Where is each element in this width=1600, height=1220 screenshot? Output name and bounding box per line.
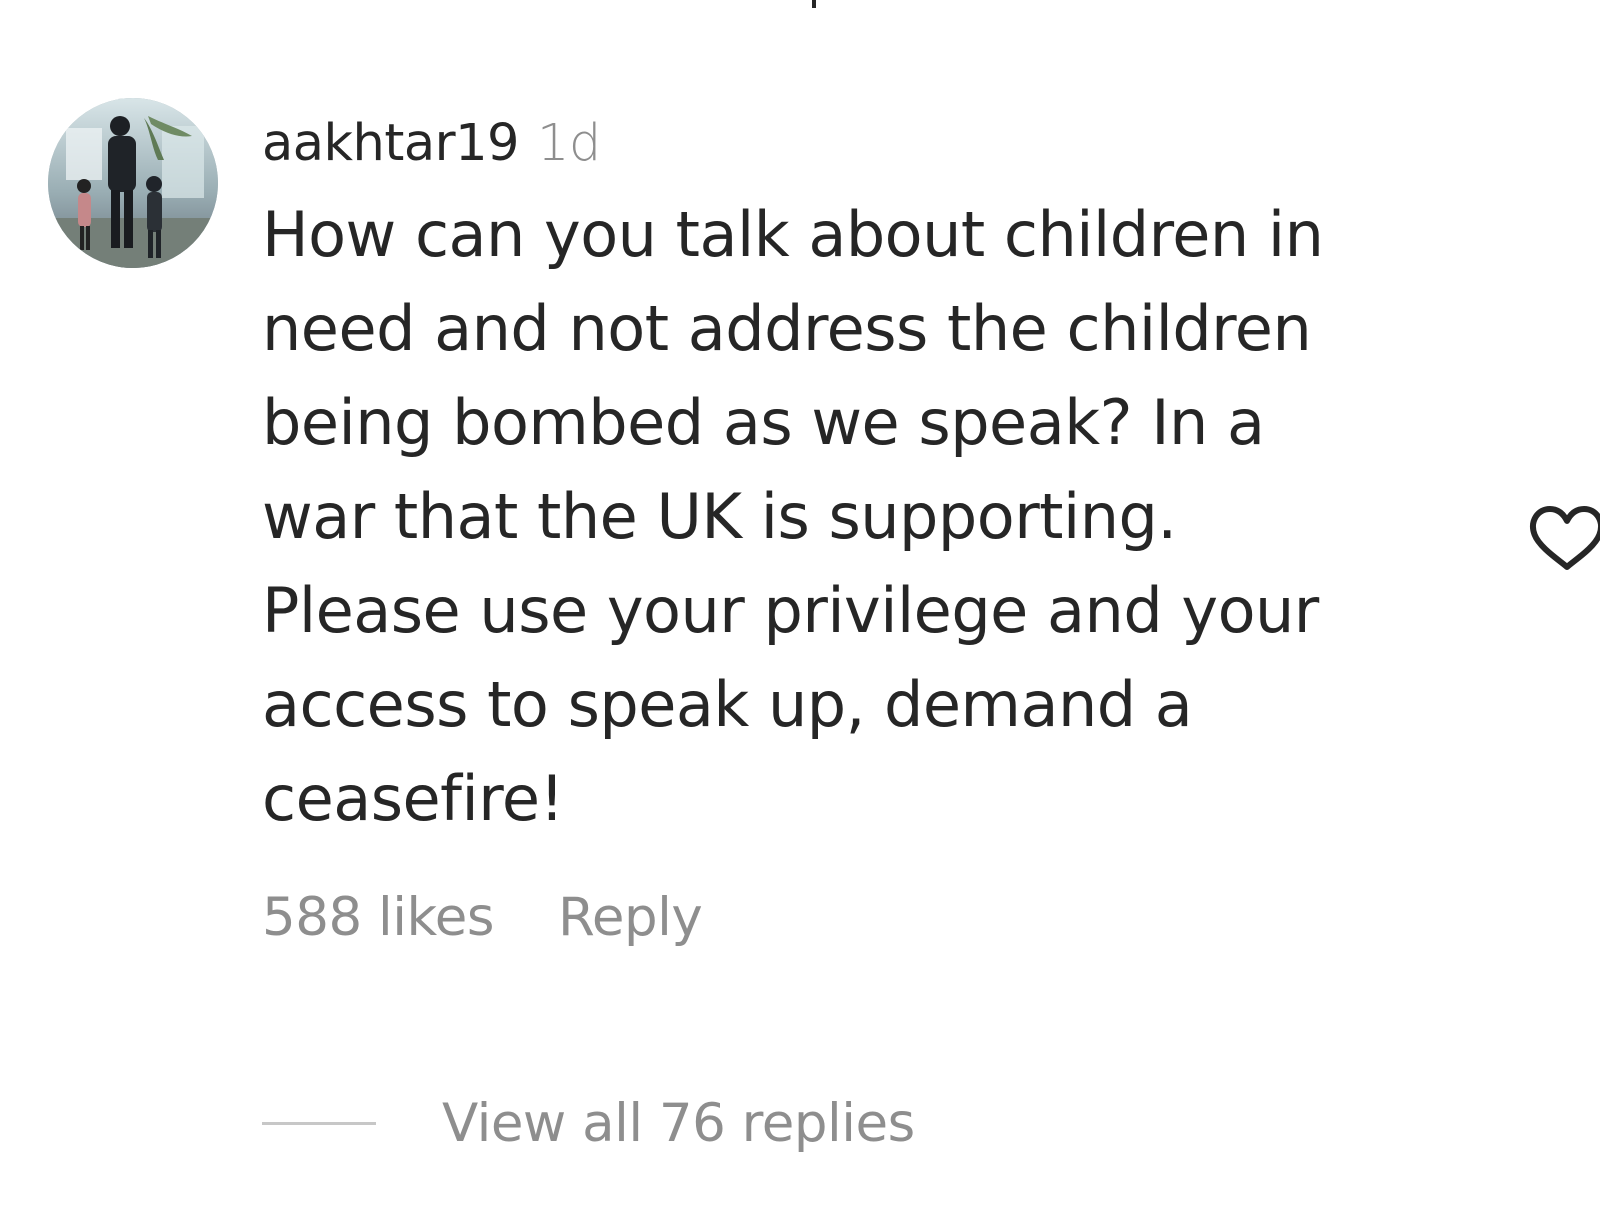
previous-comment-fragment [812,0,816,8]
reply-button[interactable]: Reply [558,887,703,948]
comment-timestamp[interactable]: 1d [537,114,601,173]
comment-actions: 588 likes Reply [262,872,1412,962]
comment-item: aakhtar19 1d How can you talk about chil… [48,98,1600,1198]
comment-meta: aakhtar19 1d [262,98,1412,188]
likes-count[interactable]: 588 likes [262,887,494,948]
view-replies-label: View all 76 replies [442,1092,915,1154]
view-replies-button[interactable]: View all 76 replies [262,1078,915,1168]
replies-divider [262,1121,376,1125]
like-button[interactable] [1522,493,1600,583]
heart-outline-icon [1530,505,1600,571]
avatar[interactable] [48,98,218,268]
username-link[interactable]: aakhtar19 [262,114,519,173]
comment-text: How can you talk about children in need … [262,198,1324,835]
comment-body: aakhtar19 1d How can you talk about chil… [262,98,1412,962]
avatar-image [48,98,218,268]
